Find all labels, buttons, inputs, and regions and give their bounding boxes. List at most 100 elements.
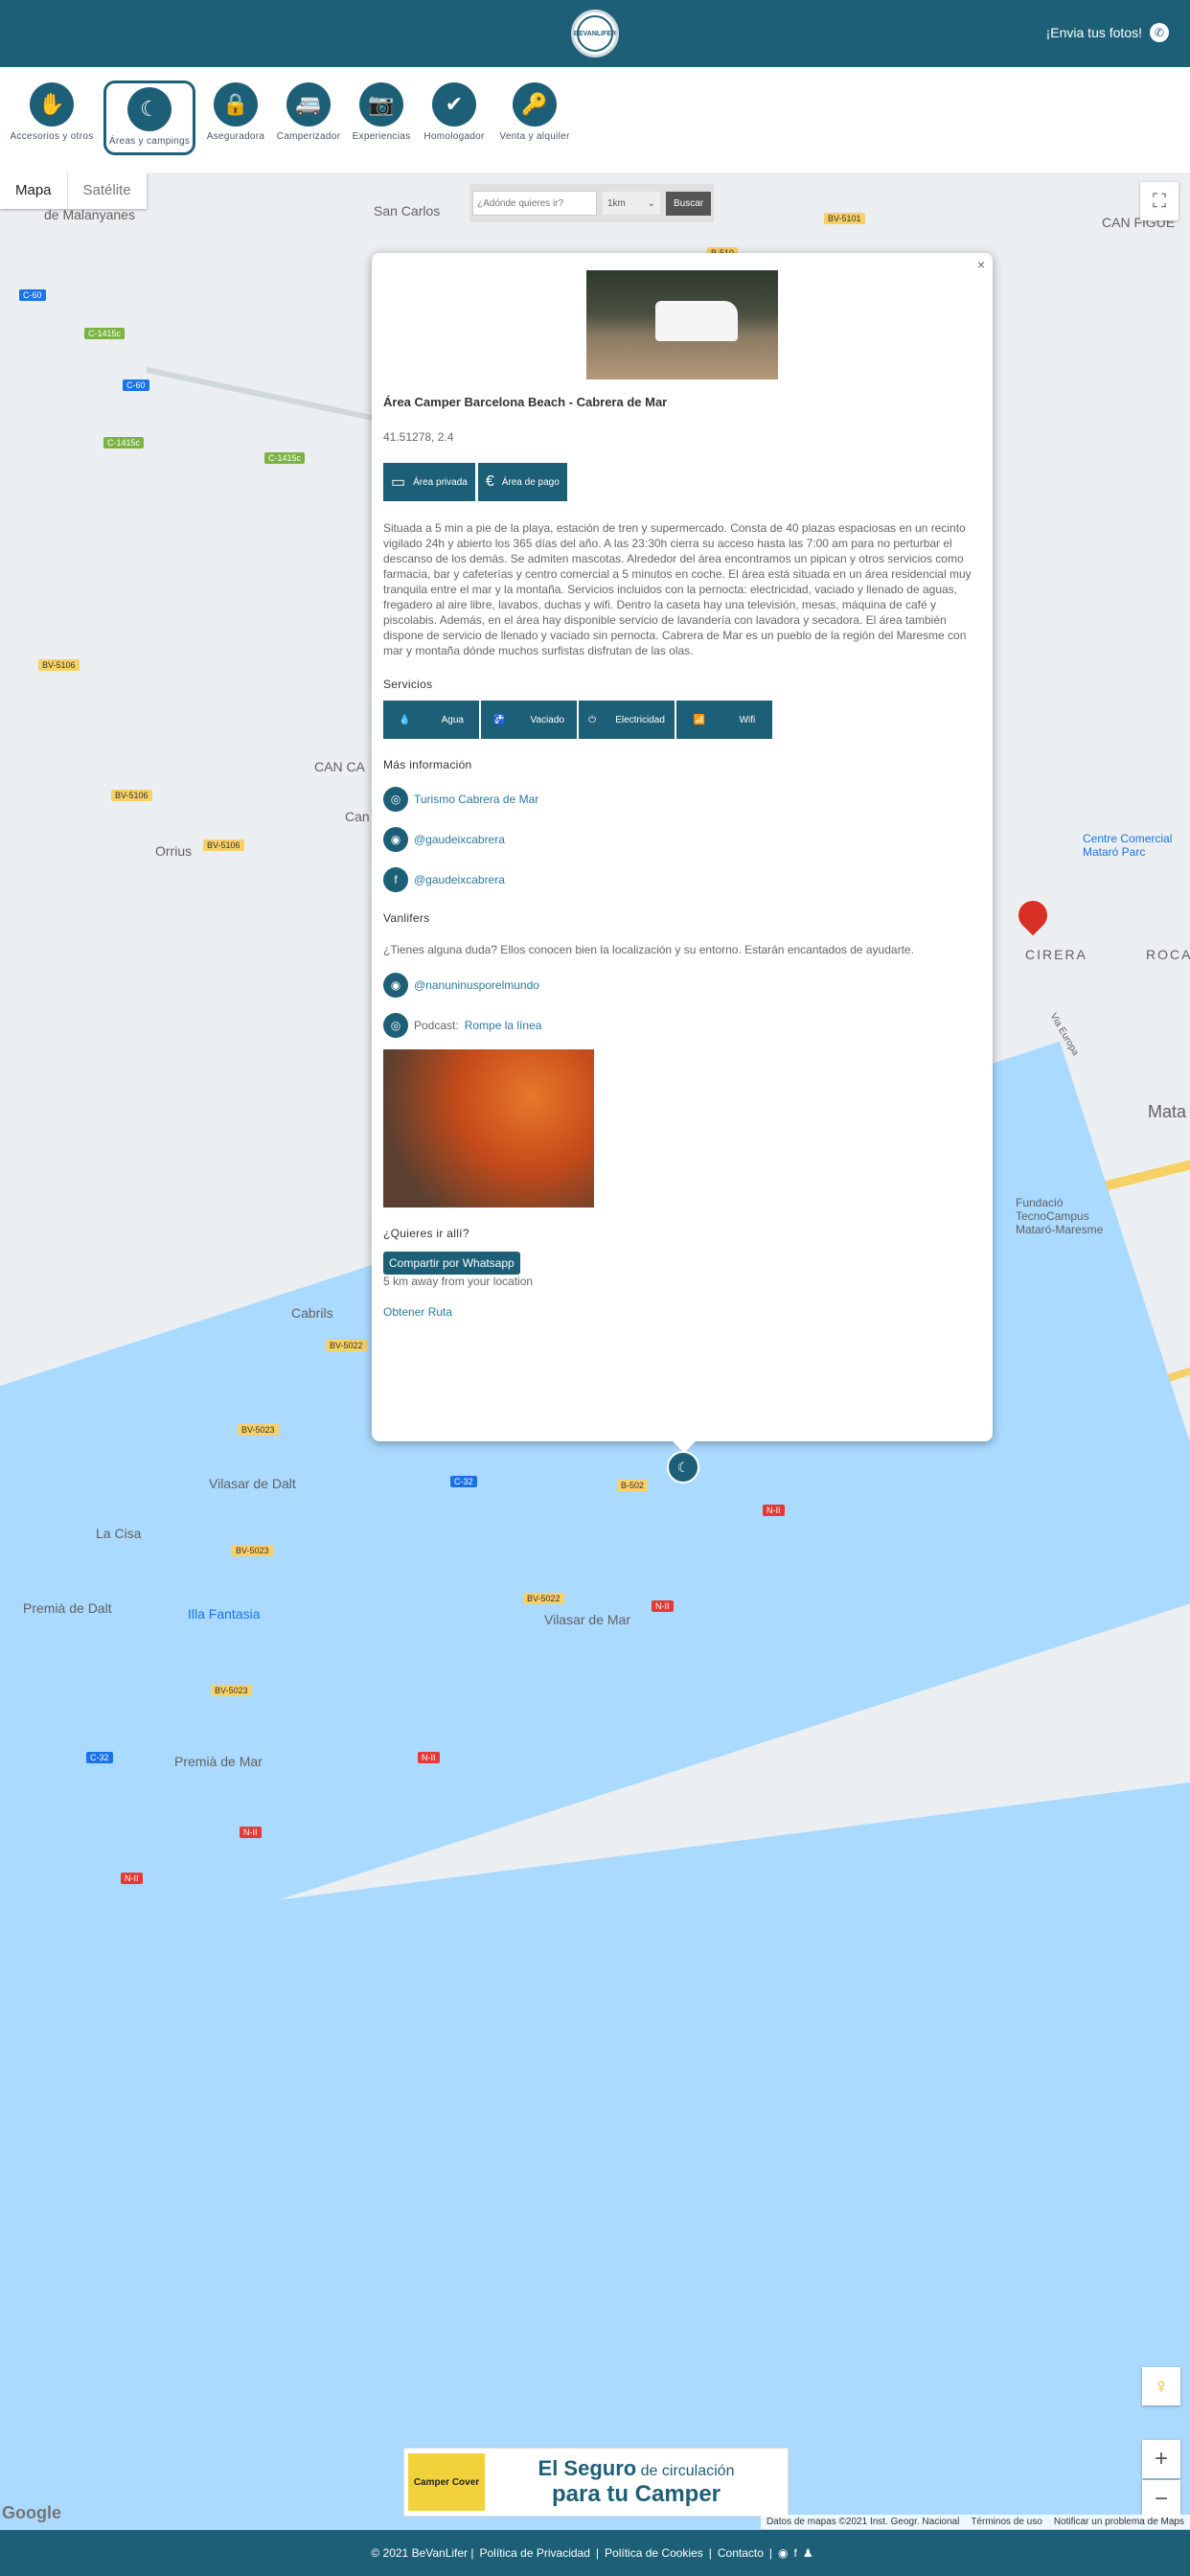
area-title: Área Camper Barcelona Beach - Cabrera de… bbox=[383, 395, 668, 409]
map-type-control: Mapa Satélite bbox=[0, 172, 147, 209]
fullscreen-icon[interactable]: ⛶ bbox=[1140, 182, 1179, 220]
tab-satellite[interactable]: Satélite bbox=[66, 172, 147, 209]
road-badge: N-II bbox=[763, 1505, 785, 1516]
zoom-in-button[interactable]: + bbox=[1142, 2440, 1180, 2478]
road-badge: BV-5106 bbox=[38, 659, 80, 671]
place-label: Orrius bbox=[155, 843, 193, 859]
podcast-link[interactable]: Rompe la línea bbox=[465, 1019, 542, 1032]
category-sale-rental[interactable]: 🔑 Venta y alquiler bbox=[487, 82, 583, 142]
whatsapp-icon: ✆ bbox=[1150, 23, 1169, 42]
footer-cookies-link[interactable]: Política de Cookies bbox=[605, 2546, 703, 2560]
road-badge: C-60 bbox=[19, 289, 46, 301]
category-bar: ✋ Accesorios y otros ☾ Áreas y campings … bbox=[0, 67, 1190, 172]
place-label: Premià de Dalt bbox=[23, 1600, 112, 1616]
globe-icon: ◎ bbox=[383, 1013, 408, 1038]
facebook-link[interactable]: @gaudeixcabrera bbox=[414, 873, 505, 886]
service-electricity: ⏻ Electricidad bbox=[579, 701, 675, 739]
footer-separator: | bbox=[595, 2546, 600, 2560]
share-whatsapp-button[interactable]: Compartir por Whatsapp bbox=[383, 1252, 520, 1275]
close-icon[interactable]: × bbox=[977, 257, 985, 272]
google-logo: Google bbox=[2, 2503, 61, 2522]
camper-cover-logo: Camper Cover bbox=[408, 2453, 485, 2511]
map-attribution: Datos de mapas ©2021 Inst. Geogr. Nacion… bbox=[760, 2515, 1190, 2529]
vanlifers-text: ¿Tienes alguna duda? Ellos conocen bien … bbox=[383, 943, 914, 956]
road-badge: C-1415c bbox=[84, 328, 126, 339]
zoom-out-button[interactable]: − bbox=[1142, 2480, 1180, 2518]
footer-privacy-link[interactable]: Política de Privacidad bbox=[480, 2546, 590, 2560]
place-label: Mata bbox=[1148, 1102, 1187, 1121]
site-logo[interactable]: BEVANLIFER bbox=[571, 10, 619, 58]
category-label: Venta y alquiler bbox=[499, 131, 570, 142]
vanlifers-heading: Vanlifers bbox=[383, 911, 430, 925]
road-badge: BV-5023 bbox=[232, 1545, 273, 1556]
c60-road bbox=[146, 367, 391, 425]
tag-label: Área de pago bbox=[501, 476, 560, 488]
facebook-icon[interactable]: f bbox=[794, 2546, 797, 2560]
euro-icon: € bbox=[485, 473, 494, 490]
ad-line-1b: de circulación bbox=[636, 2463, 735, 2479]
place-label: Centre Comercial Mataró Parc bbox=[1083, 832, 1173, 859]
instagram-link[interactable]: @gaudeixcabrera bbox=[414, 833, 505, 846]
vanlifer-instagram[interactable]: ◉ @nanuninusporelmundo bbox=[383, 973, 981, 998]
area-marker-moon-icon[interactable]: ☾ bbox=[667, 1451, 699, 1484]
footer-contact-link[interactable]: Contacto bbox=[718, 2546, 764, 2560]
road-badge: B-502 bbox=[617, 1480, 649, 1491]
attribution-data: Datos de mapas ©2021 Inst. Geogr. Nacion… bbox=[766, 2517, 960, 2527]
send-photos-link[interactable]: ¡Envia tus fotos! ✆ bbox=[1046, 23, 1169, 42]
place-label: Premià de Mar bbox=[174, 1754, 263, 1769]
road-badge: N-II bbox=[418, 1752, 440, 1763]
instagram-icon: ◉ bbox=[383, 827, 408, 852]
vanlifer-podcast[interactable]: ◎ Podcast: Rompe la línea bbox=[383, 1013, 981, 1038]
android-icon[interactable]: ♟ bbox=[803, 2546, 813, 2560]
pegman-figure-icon: ♀ bbox=[1153, 2374, 1170, 2398]
map-search-bar: 1km ⌄ Buscar bbox=[469, 184, 715, 222]
service-wifi: 📶 Wifi bbox=[676, 701, 772, 739]
road-badge: C-32 bbox=[86, 1752, 113, 1763]
search-input[interactable] bbox=[472, 191, 597, 216]
terms-link[interactable]: Términos de uso bbox=[971, 2517, 1041, 2527]
ad-line-1a: El Seguro bbox=[538, 2456, 637, 2480]
key-icon: 🔑 bbox=[513, 82, 557, 126]
road-badge: BV-5106 bbox=[203, 840, 244, 851]
road-badge: C-1415c bbox=[103, 437, 145, 448]
red-location-marker[interactable] bbox=[1012, 894, 1054, 936]
instagram-icon: ◉ bbox=[383, 973, 408, 998]
area-tags: ▭ Área privada € Área de pago bbox=[383, 463, 981, 501]
services-heading: Servicios bbox=[383, 678, 433, 691]
tag-label: Área privada bbox=[413, 476, 468, 488]
more-info-instagram[interactable]: ◉ @gaudeixcabrera bbox=[383, 827, 981, 852]
van-icon: 🚐 bbox=[286, 82, 331, 126]
report-problem-link[interactable]: Notificar un problema de Maps bbox=[1054, 2517, 1184, 2527]
get-route-link[interactable]: Obtener Ruta bbox=[383, 1305, 981, 1319]
place-label: Vilasar de Mar bbox=[544, 1612, 631, 1627]
more-info-facebook[interactable]: f @gaudeixcabrera bbox=[383, 867, 981, 892]
tag-private-area: ▭ Área privada bbox=[383, 463, 475, 501]
ad-line-1: El Seguro de circulación bbox=[485, 2456, 788, 2481]
category-label: Áreas y campings bbox=[108, 136, 191, 147]
place-label: de Malanyanes bbox=[44, 207, 135, 222]
tourism-link[interactable]: Turismo Cabrera de Mar bbox=[414, 793, 538, 806]
globe-icon: ◎ bbox=[383, 787, 408, 812]
road-badge: C-1415c bbox=[264, 452, 306, 464]
place-label: CIRERA bbox=[1025, 947, 1087, 962]
vanlifer-instagram-link[interactable]: @nanuninusporelmundo bbox=[414, 978, 539, 992]
search-button[interactable]: Buscar bbox=[666, 191, 712, 216]
footer-copyright: © 2021 BeVanLifer | bbox=[371, 2546, 474, 2560]
water-drop-icon: 💧 bbox=[399, 714, 411, 725]
lock-icon: 🔒 bbox=[214, 82, 258, 126]
van-image bbox=[655, 301, 738, 341]
chevron-down-icon: ⌄ bbox=[647, 197, 655, 209]
service-label: Agua bbox=[441, 714, 464, 725]
radius-select[interactable]: 1km ⌄ bbox=[603, 192, 660, 215]
tab-map[interactable]: Mapa bbox=[0, 172, 67, 209]
category-accessories[interactable]: ✋ Accesorios y otros bbox=[4, 82, 100, 142]
road-badge: BV-5101 bbox=[824, 213, 865, 224]
podcast-prefix: Podcast: bbox=[414, 1019, 459, 1032]
more-info-tourism[interactable]: ◎ Turismo Cabrera de Mar bbox=[383, 787, 981, 812]
instagram-icon[interactable]: ◉ bbox=[778, 2546, 788, 2560]
street-view-pegman-icon[interactable]: ♀ bbox=[1142, 2367, 1180, 2405]
road-badge: C-60 bbox=[123, 380, 149, 391]
camper-cover-ad-banner[interactable]: Camper Cover El Seguro de circulación pa… bbox=[403, 2448, 789, 2517]
road-badge: N-II bbox=[121, 1873, 143, 1884]
category-areas-campings[interactable]: ☾ Áreas y campings bbox=[103, 80, 195, 155]
